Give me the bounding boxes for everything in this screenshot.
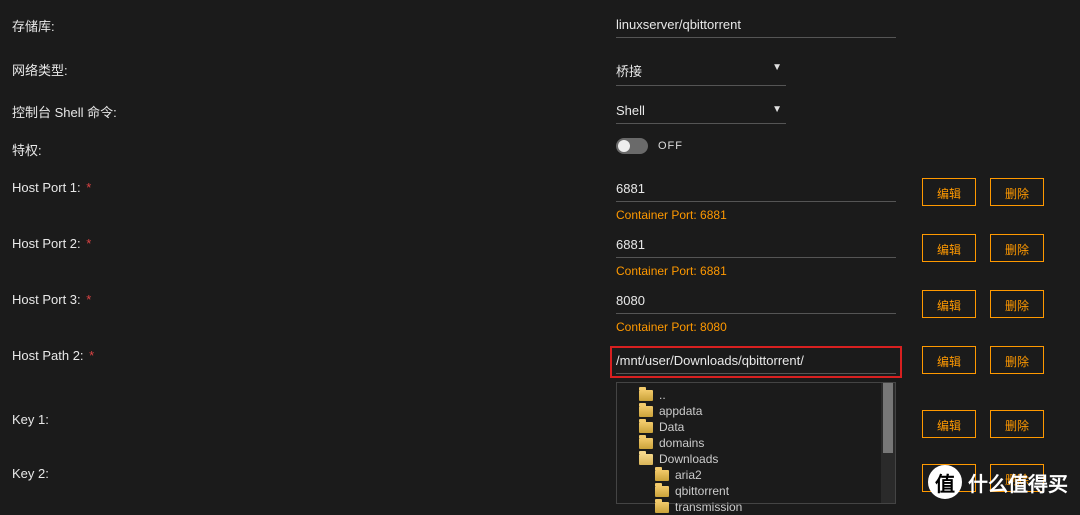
row-host-port-1: Host Port 1: * Container Port: 6881 编辑 删… [12,160,1068,222]
network-select-value: 桥接 [616,64,642,79]
network-select[interactable]: 桥接 ▼ [616,58,786,86]
chevron-down-icon: ▼ [772,62,782,73]
watermark-badge: 值 [928,465,962,499]
row-console: 控制台 Shell 命令: Shell ▼ [12,86,1068,124]
host-port-3-sub: Container Port: 8080 [616,320,896,334]
row-key-1: Key 1: 编辑 删除 [12,402,1068,438]
delete-button[interactable]: 删除 [990,346,1044,374]
host-port-3-input[interactable] [616,290,896,314]
watermark: 值 什么值得买 [928,465,1068,499]
privilege-toggle-label: OFF [658,140,683,152]
label-console: 控制台 Shell 命令: [12,100,616,121]
edit-button[interactable]: 编辑 [922,410,976,438]
row-network: 网络类型: 桥接 ▼ [12,44,1068,86]
row-host-port-2: Host Port 2: * Container Port: 6881 编辑 删… [12,222,1068,278]
tree-item[interactable]: transmission [619,499,893,515]
delete-button[interactable]: 删除 [990,178,1044,206]
delete-button[interactable]: 删除 [990,410,1044,438]
edit-button[interactable]: 编辑 [922,178,976,206]
row-privilege: 特权: OFF [12,124,1068,160]
console-select[interactable]: Shell ▼ [616,100,786,124]
folder-icon [655,502,669,513]
row-host-port-3: Host Port 3: * Container Port: 8080 编辑 删… [12,278,1068,334]
row-repository: 存储库: [12,8,1068,44]
docker-settings-form: 存储库: 网络类型: 桥接 ▼ 控制台 Shell 命令: Shell ▼ 特权… [0,0,1080,504]
label-key-2: Key 2: [12,464,616,481]
host-port-2-sub: Container Port: 6881 [616,264,896,278]
label-network: 网络类型: [12,58,616,79]
chevron-down-icon: ▼ [772,104,782,115]
label-host-port-1: Host Port 1: * [12,178,616,195]
edit-button[interactable]: 编辑 [922,290,976,318]
folder-up-icon [639,390,653,401]
edit-button[interactable]: 编辑 [922,234,976,262]
host-port-1-sub: Container Port: 6881 [616,208,896,222]
row-key-2: Key 2: 编辑 删除 [12,458,1068,494]
edit-button[interactable]: 编辑 [922,346,976,374]
host-path-highlight [610,346,902,378]
privilege-toggle[interactable] [616,138,648,154]
label-host-port-3: Host Port 3: * [12,290,616,307]
folder-icon [639,438,653,449]
tree-item-up[interactable]: .. [619,387,893,403]
label-privilege: 特权: [12,138,616,159]
repository-input[interactable] [616,14,896,38]
console-select-value: Shell [616,103,645,118]
host-port-2-input[interactable] [616,234,896,258]
label-host-port-2: Host Port 2: * [12,234,616,251]
delete-button[interactable]: 删除 [990,290,1044,318]
delete-button[interactable]: 删除 [990,234,1044,262]
label-host-path-2: Host Path 2: * [12,346,616,363]
watermark-text: 什么值得买 [968,468,1068,497]
label-key-1: Key 1: [12,410,616,427]
host-path-2-input[interactable] [616,350,896,374]
host-port-1-input[interactable] [616,178,896,202]
label-repository: 存储库: [12,14,616,35]
